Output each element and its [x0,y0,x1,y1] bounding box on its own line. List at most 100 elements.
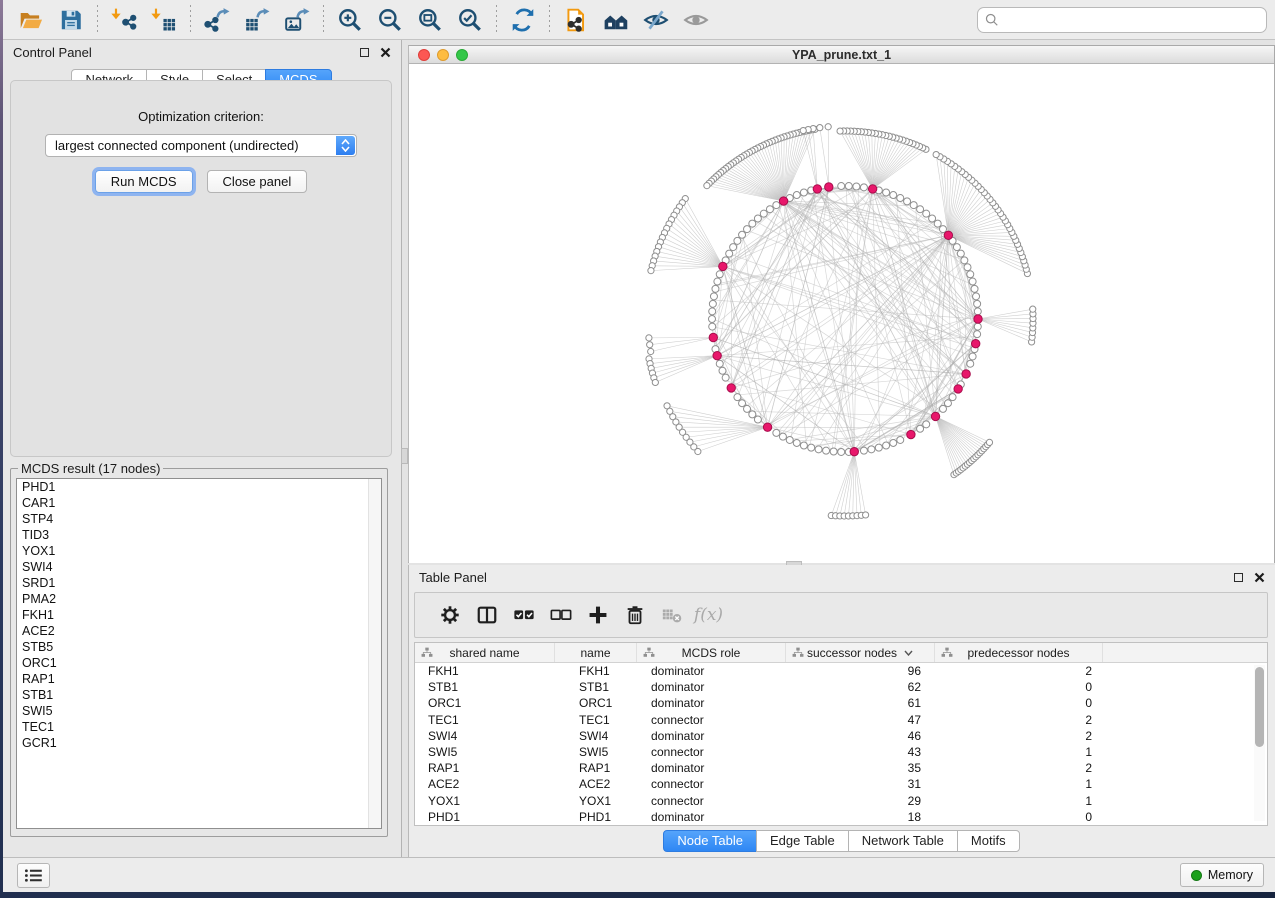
graph-node[interactable] [875,444,882,451]
mcds-result-item[interactable]: FKH1 [17,607,381,623]
window-close-button[interactable] [418,49,430,61]
graph-mcds-hub-node[interactable] [931,412,939,420]
graph-leaf-node[interactable] [825,124,831,130]
zoom-out-button[interactable] [370,3,410,37]
graph-mcds-hub-node[interactable] [971,339,979,347]
show-hidden-button[interactable] [676,3,716,37]
graph-node[interactable] [974,308,981,315]
tab-network-table[interactable]: Network Table [848,830,958,852]
graph-node[interactable] [974,323,981,330]
table-settings-button[interactable] [431,597,468,633]
graph-node[interactable] [823,447,830,454]
mcds-result-item[interactable]: SWI5 [17,703,381,719]
graph-node[interactable] [800,189,807,196]
graph-mcds-hub-node[interactable] [974,315,982,323]
table-row[interactable]: STB1STB1dominator620 [415,679,1267,695]
graph-node[interactable] [917,206,924,213]
float-panel-icon[interactable] [360,48,369,57]
graph-node[interactable] [709,300,716,307]
mcds-result-item[interactable]: SWI4 [17,559,381,575]
graph-node[interactable] [944,400,951,407]
float-table-panel-icon[interactable] [1234,573,1243,582]
graph-node[interactable] [749,220,756,227]
graph-node[interactable] [860,184,867,191]
graph-node[interactable] [719,367,726,374]
graph-node[interactable] [974,331,981,338]
deselect-all-rows-button[interactable] [542,597,579,633]
graph-node[interactable] [709,308,716,315]
close-panel-button[interactable]: Close panel [207,170,308,193]
graph-node[interactable] [845,183,852,190]
graph-node[interactable] [793,439,800,446]
graph-node[interactable] [712,285,719,292]
graph-mcds-hub-node[interactable] [825,183,833,191]
table-scrollbar-thumb[interactable] [1255,667,1264,747]
graph-leaf-node[interactable] [800,127,806,133]
zoom-in-button[interactable] [330,3,370,37]
add-column-button[interactable] [579,597,616,633]
network-from-document-button[interactable] [556,3,596,37]
column-header-name[interactable]: name [555,643,637,662]
graph-node[interactable] [853,183,860,190]
graph-node[interactable] [726,250,733,257]
mcds-result-item[interactable]: RAP1 [17,671,381,687]
mcds-list-scrollbar[interactable] [368,479,381,828]
graph-node[interactable] [739,400,746,407]
graph-mcds-hub-node[interactable] [944,231,952,239]
open-session-button[interactable] [11,3,51,37]
mcds-result-item[interactable]: STB5 [17,639,381,655]
table-row[interactable]: SWI5SWI5connector431 [415,744,1267,760]
graph-leaf-node[interactable] [648,348,654,354]
graph-node[interactable] [744,405,751,412]
graph-node[interactable] [710,293,717,300]
graph-node[interactable] [730,244,737,251]
zoom-fit-content-button[interactable] [410,3,450,37]
graph-node[interactable] [957,250,964,257]
graph-node[interactable] [929,215,936,222]
table-scrollbar[interactable] [1254,665,1265,821]
graph-node[interactable] [860,447,867,454]
close-panel-icon[interactable] [380,47,391,58]
graph-mcds-hub-node[interactable] [727,384,735,392]
graph-node[interactable] [973,293,980,300]
graph-mcds-hub-node[interactable] [709,333,717,341]
table-row[interactable]: FKH1FKH1dominator962 [415,663,1267,679]
graph-node[interactable] [934,220,941,227]
graph-node[interactable] [722,374,729,381]
graph-mcds-hub-node[interactable] [850,447,858,455]
graph-node[interactable] [883,442,890,449]
refresh-view-button[interactable] [503,3,543,37]
graph-leaf-node[interactable] [648,268,654,274]
graph-leaf-node[interactable] [862,512,868,518]
graph-node[interactable] [734,394,741,401]
mcds-result-item[interactable]: SRD1 [17,575,381,591]
column-header-MCDS-role[interactable]: MCDS role [637,643,786,662]
table-row[interactable]: ORC1ORC1dominator610 [415,695,1267,711]
mcds-result-list[interactable]: PHD1CAR1STP4TID3YOX1SWI4SRD1PMA2FKH1ACE2… [16,478,382,829]
mcds-result-item[interactable]: GCR1 [17,735,381,751]
graph-node[interactable] [773,202,780,209]
graph-node[interactable] [883,189,890,196]
graph-mcds-hub-node[interactable] [813,185,821,193]
graph-mcds-hub-node[interactable] [962,370,970,378]
graph-leaf-node[interactable] [817,125,823,131]
graph-node[interactable] [716,271,723,278]
graph-mcds-hub-node[interactable] [868,185,876,193]
graph-node[interactable] [917,425,924,432]
mcds-result-item[interactable]: ACE2 [17,623,381,639]
graph-mcds-hub-node[interactable] [779,197,787,205]
graph-node[interactable] [967,360,974,367]
table-row[interactable]: PHD1PHD1dominator180 [415,809,1267,825]
mcds-result-item[interactable]: TEC1 [17,719,381,735]
graph-node[interactable] [830,448,837,455]
graph-node[interactable] [749,411,756,418]
graph-node[interactable] [786,436,793,443]
graph-node[interactable] [739,231,746,238]
graph-node[interactable] [939,226,946,233]
column-header-successor-nodes[interactable]: successor nodes [786,643,935,662]
tab-motifs[interactable]: Motifs [957,830,1020,852]
graph-leaf-node[interactable] [837,128,843,134]
graph-node[interactable] [754,215,761,222]
graph-node[interactable] [868,446,875,453]
import-network-from-file-button[interactable] [104,3,144,37]
